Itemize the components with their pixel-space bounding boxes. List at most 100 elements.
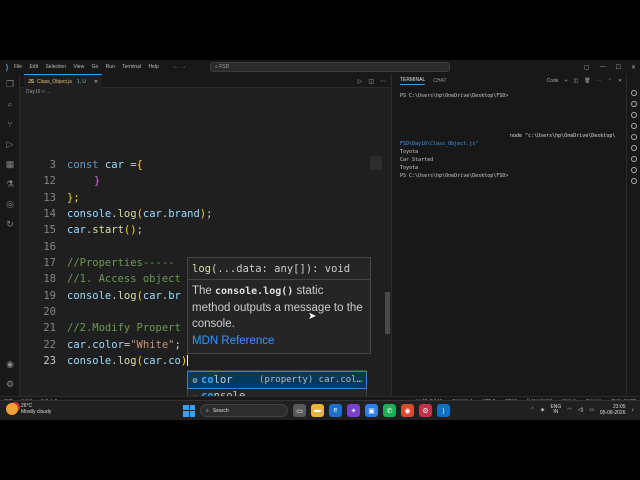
run-file-icon[interactable]: ▷ (358, 78, 363, 85)
letterbox-top (0, 0, 640, 60)
circle-icon[interactable] (631, 156, 637, 162)
app-icon[interactable]: ⚙ (419, 404, 432, 417)
weather-condition: Mostly cloudy (21, 409, 52, 415)
maximize-panel-icon[interactable]: ⌃ (608, 78, 612, 84)
taskbar-apps: ⌕ Search ▭ ▬ e ✦ ▣ ✆ ◉ ⚙ ⟩ (183, 404, 450, 417)
circle-icon[interactable] (631, 112, 637, 118)
terminal-shell-label[interactable]: Code (547, 78, 559, 84)
file-explorer-icon[interactable]: ▬ (311, 404, 324, 417)
letterbox-bottom (0, 420, 640, 480)
tab-class-object-js[interactable]: JS Class_Object.js 1, U ✕ (24, 74, 102, 88)
circle-icon[interactable] (631, 167, 637, 173)
code-line-17: //Properties----- (67, 257, 175, 269)
menu-terminal[interactable]: Terminal (122, 64, 141, 70)
live-share-icon[interactable]: ↻ (4, 218, 16, 230)
terminal-output-line: Toyota (400, 165, 419, 171)
menu-help[interactable]: Help (148, 64, 158, 70)
title-bar: ⟩ File Edit Selection View Go Run Termin… (0, 60, 640, 74)
circle-icon[interactable] (631, 101, 637, 107)
edge-browser-icon[interactable]: e (329, 404, 342, 417)
maximize-button[interactable]: ☐ (616, 64, 621, 71)
tab-chat[interactable]: CHAT (433, 78, 446, 84)
line-number: 14 (43, 208, 56, 220)
tab-filename: Class_Object.js (37, 78, 72, 85)
split-editor-icon[interactable]: ◫ (368, 78, 374, 85)
circle-icon[interactable] (631, 134, 637, 140)
wifi-icon[interactable]: ◠ (567, 407, 571, 413)
source-control-icon[interactable]: ⑂ (4, 118, 16, 130)
mouse-cursor-icon: ➤ (308, 311, 317, 322)
search-icon[interactable]: ⌕ (4, 98, 16, 110)
trash-icon[interactable]: 🗑 (584, 78, 590, 84)
command-center-search[interactable]: ⌕ FSD (210, 62, 450, 72)
account-icon[interactable]: ◉ (4, 358, 16, 370)
suggest-item-color[interactable]: ⚙ color (property) car.col… (187, 371, 367, 389)
hover-signature: log(...data: any[]): void (192, 263, 351, 275)
menu-go[interactable]: Go (92, 64, 99, 70)
menu-selection[interactable]: Selection (45, 64, 66, 70)
chrome-icon[interactable]: ◉ (401, 404, 414, 417)
menu-edit[interactable]: Edit (29, 64, 38, 70)
nav-arrows-icon[interactable]: ← → (173, 64, 187, 70)
settings-gear-icon[interactable]: ⚙ (4, 378, 16, 390)
hover-divider (188, 279, 370, 280)
terminal-prompt: PS C:\Users\hp\OneDrive\Desktop\FSD> (400, 93, 509, 99)
editor-scrollbar[interactable] (385, 292, 390, 334)
line-number: 13 (43, 192, 56, 204)
notification-bell-icon[interactable]: ♪ (632, 407, 635, 413)
tray-chevron-icon[interactable]: ⌃ (530, 407, 534, 413)
minimap[interactable] (370, 156, 382, 170)
copilot-icon[interactable]: ✦ (347, 404, 360, 417)
menu-file[interactable]: File (14, 64, 22, 70)
text-cursor (187, 355, 189, 366)
line-number-active: 23 (43, 355, 56, 367)
battery-icon[interactable]: ▭ (589, 407, 594, 413)
language-indicator[interactable]: ENG IN (550, 405, 561, 415)
mdn-reference-link[interactable]: MDN Reference (192, 335, 274, 347)
js-file-icon: JS (28, 78, 35, 85)
code-line-21: //2.Modify Propert (67, 322, 181, 334)
weather-widget[interactable]: 26°C Mostly cloudy (6, 403, 51, 415)
line-number: 21 (43, 322, 56, 334)
circle-icon[interactable] (631, 145, 637, 151)
layout-icon[interactable]: ▢ (584, 64, 590, 71)
search-icon: ⌕ (206, 407, 209, 414)
minimize-button[interactable]: — (600, 64, 606, 70)
circle-icon[interactable] (631, 123, 637, 129)
task-view-icon[interactable]: ▭ (293, 404, 306, 417)
whatsapp-icon[interactable]: ✆ (383, 404, 396, 417)
panel-header: TERMINAL CHAT Code + ◫ 🗑 ⋯ ⌃ ✕ (392, 74, 626, 88)
explorer-icon[interactable]: ❐ (4, 78, 16, 90)
terminal-prompt: PS C:\Users\hp\OneDrive\Desktop\FSD> (400, 173, 509, 179)
tab-close-icon[interactable]: ✕ (94, 79, 98, 85)
split-terminal-icon[interactable]: ◫ (574, 78, 579, 84)
store-icon[interactable]: ▣ (365, 404, 378, 417)
menu-bar: File Edit Selection View Go Run Terminal… (14, 64, 165, 70)
remote-icon[interactable]: ◎ (4, 198, 16, 210)
tray-app-icon[interactable]: ◈ (541, 407, 545, 413)
volume-icon[interactable]: ◁) (578, 407, 584, 413)
code-line-23: console.log(car.co) (67, 355, 189, 367)
menu-run[interactable]: Run (106, 64, 115, 70)
line-number: 15 (43, 224, 56, 236)
taskbar-search[interactable]: ⌕ Search (200, 404, 288, 417)
more-actions-icon[interactable]: ⋯ (597, 78, 602, 84)
line-number: 20 (43, 306, 56, 318)
close-button[interactable]: ✕ (631, 64, 636, 71)
circle-icon[interactable] (631, 90, 637, 96)
windows-start-icon[interactable] (183, 404, 195, 417)
menu-view[interactable]: View (73, 64, 84, 70)
clock[interactable]: 23:05 05-08-2026 (600, 404, 626, 416)
tab-terminal[interactable]: TERMINAL (400, 77, 426, 85)
run-debug-icon[interactable]: ▷ (4, 138, 16, 150)
more-actions-icon[interactable]: ⋯ (380, 78, 386, 85)
circle-icon[interactable] (631, 178, 637, 184)
vscode-taskbar-icon[interactable]: ⟩ (437, 404, 450, 417)
extensions-icon[interactable]: ▦ (4, 158, 16, 170)
new-terminal-icon[interactable]: + (565, 78, 568, 84)
system-tray: ⌃ ◈ ENG IN ◠ ◁) ▭ 23:05 05-08-2026 ♪ (530, 404, 634, 416)
breadcrumb[interactable]: Day16 > ... (26, 89, 50, 95)
close-panel-icon[interactable]: ✕ (618, 78, 622, 84)
testing-icon[interactable]: ⚗ (4, 178, 16, 190)
window-controls: ▢ — ☐ ✕ (584, 60, 636, 74)
